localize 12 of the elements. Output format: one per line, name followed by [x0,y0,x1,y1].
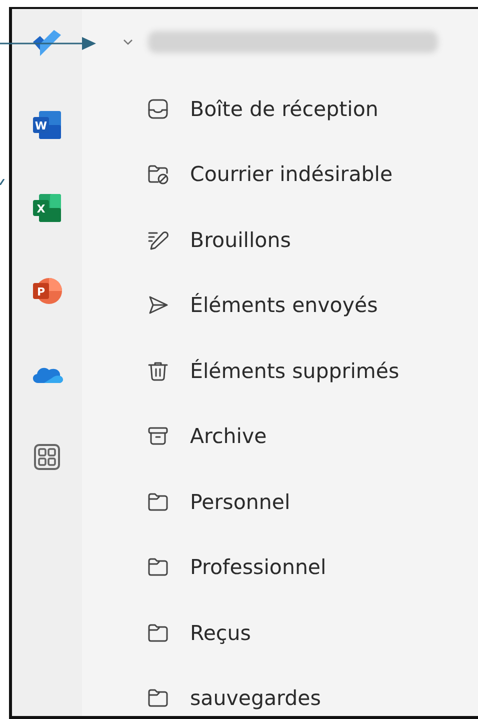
folder-item[interactable]: Professionnel [122,549,478,585]
folder-item[interactable]: Personnel [122,484,478,520]
folder-item[interactable]: Boîte de réception [122,90,478,126]
folder-item[interactable]: Reçus [122,614,478,650]
folder-item[interactable]: sauvegardes [122,680,478,716]
folder-item[interactable]: Éléments envoyés [122,287,478,323]
folder-item[interactable]: Brouillons [122,222,478,258]
folder-item[interactable]: Archive [122,418,478,454]
folder-item[interactable]: Éléments supprimés [122,352,478,388]
inbox-icon [146,96,170,120]
folder-item[interactable]: Courrier indésirable [122,156,478,192]
annotation-line [0,179,5,185]
